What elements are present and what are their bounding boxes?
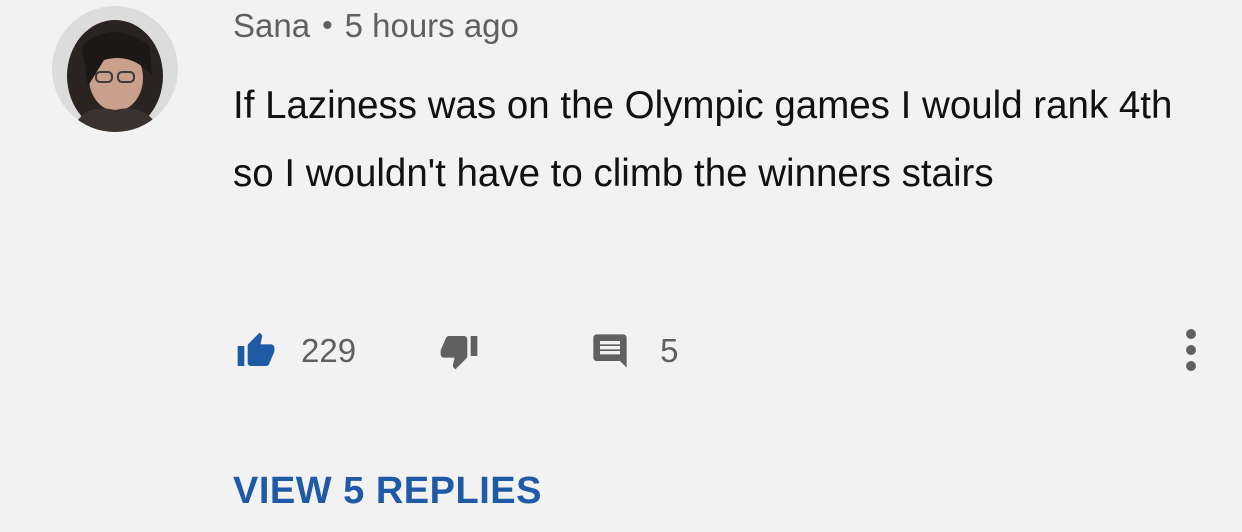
reply-count: 5: [660, 332, 679, 369]
thumbs-up-icon: [237, 332, 275, 366]
avatar-photo: [52, 6, 178, 132]
comment-card: Sana • 5 hours ago If Laziness was on th…: [0, 0, 1242, 532]
separator-dot: •: [322, 9, 333, 42]
avatar[interactable]: [52, 6, 178, 132]
action-bar: 229 5: [233, 326, 1213, 376]
comment-icon: [593, 334, 627, 368]
more-vertical-icon: [1186, 329, 1196, 371]
thumbs-down-icon: [440, 336, 478, 370]
comment-text: If Laziness was on the Olympic games I w…: [233, 84, 1173, 195]
timestamp[interactable]: 5 hours ago: [345, 7, 519, 45]
like-button[interactable]: 229: [233, 331, 356, 371]
view-replies-button[interactable]: VIEW 5 REPLIES: [233, 470, 542, 513]
reply-button[interactable]: 5: [590, 331, 678, 371]
like-count: 229: [301, 332, 357, 369]
more-options-button[interactable]: [1176, 324, 1206, 376]
dislike-button[interactable]: [436, 331, 482, 371]
comment-header: Sana • 5 hours ago: [233, 4, 519, 48]
author-name[interactable]: Sana: [233, 7, 310, 45]
